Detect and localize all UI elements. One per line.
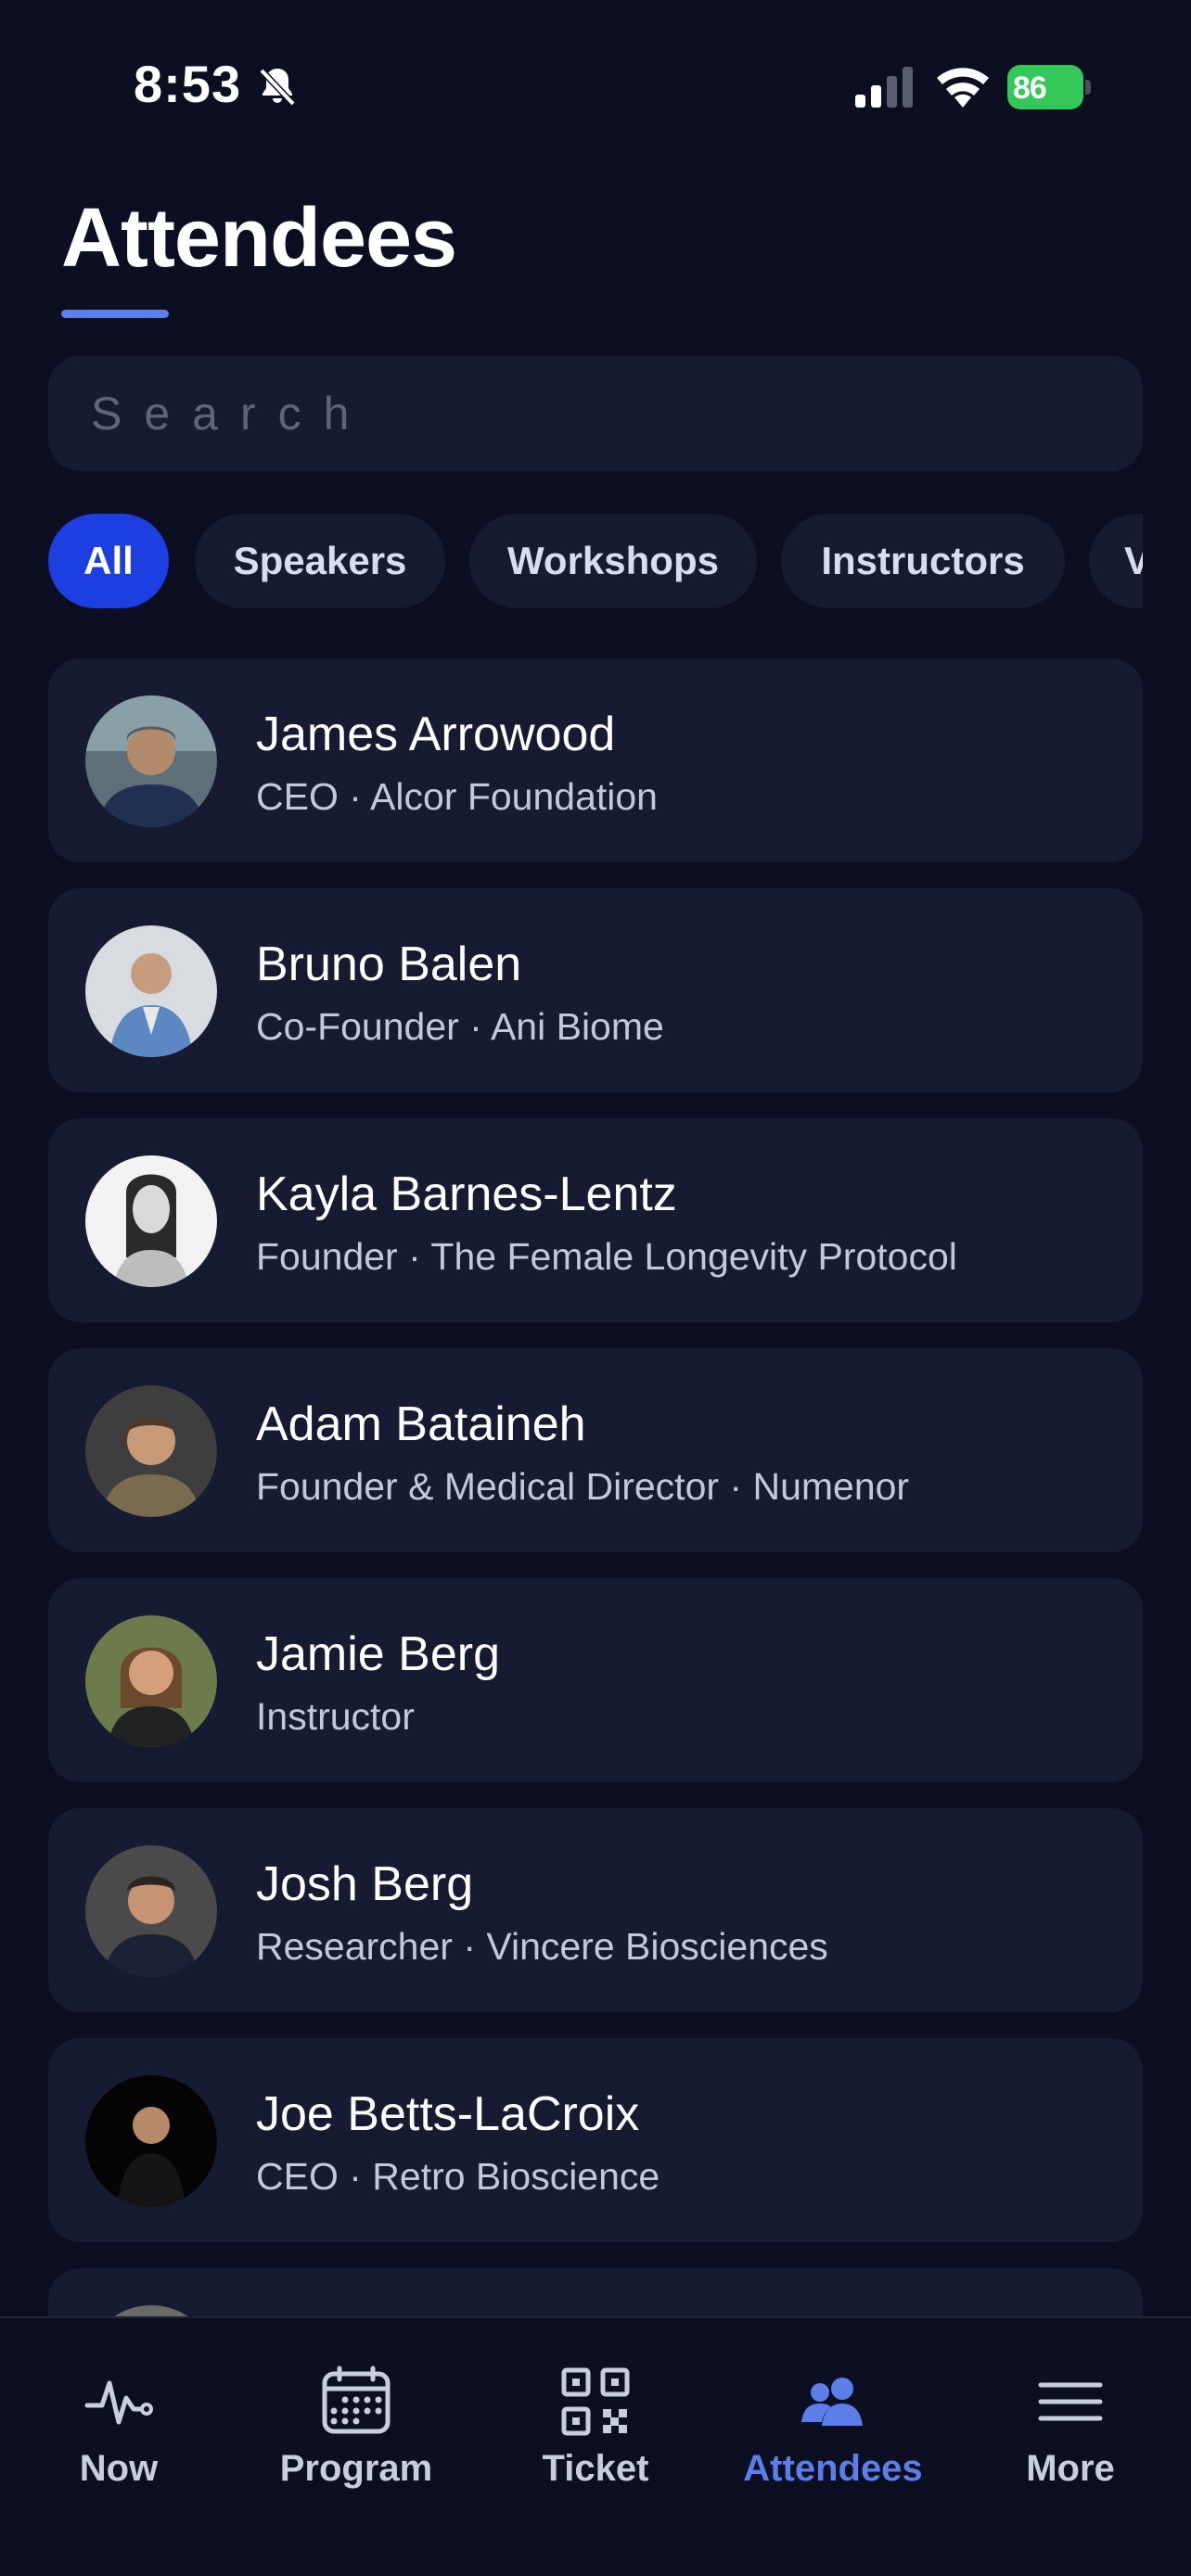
filter-chip-instructors[interactable]: Instructors [781,514,1065,608]
filter-chip-workshops[interactable]: Workshops [469,514,757,608]
attendee-role: CEO · Retro Bioscience [256,2155,660,2198]
avatar [85,1155,217,1287]
filter-chip-speakers[interactable]: Speakers [195,514,445,608]
attendee-card[interactable]: Adam Bataineh Founder & Medical Director… [48,1348,1143,1552]
avatar [85,1615,217,1747]
attendee-name: James Arrowood [256,708,616,761]
tab-ticket[interactable]: Ticket [477,2318,714,2504]
tab-now[interactable]: Now [0,2318,237,2504]
attendee-role: Instructor [256,1695,415,1738]
attendee-card[interactable]: Josh Berg Researcher · Vincere Bioscienc… [48,1808,1143,2012]
qr-code-icon [561,2367,630,2436]
attendee-name: Jamie Berg [256,1627,500,1681]
filter-chip-more[interactable]: V [1089,514,1143,608]
tab-program[interactable]: Program [237,2318,475,2504]
cellular-signal-icon [853,67,915,109]
status-time: 8:53 [134,55,242,113]
avatar [85,1385,217,1517]
tab-label: Program [279,2448,433,2489]
attendee-role: Researcher · Vincere Biosciences [256,1925,828,1968]
attendee-name: Kayla Barnes-Lentz [256,1167,677,1221]
tab-more[interactable]: More [952,2318,1189,2504]
wifi-icon [933,65,992,109]
attendee-name: Josh Berg [256,1857,474,1911]
attendee-card[interactable]: James Arrowood CEO · Alcor Foundation [48,658,1143,862]
tab-label: Now [79,2448,159,2489]
status-bar: 8:53 86 [0,0,1191,176]
tab-bar: Now Program Ticket Attendees More [0,2316,1191,2576]
avatar [85,2075,217,2207]
filter-chip-all[interactable]: All [48,514,169,608]
battery-level: 86 [1013,70,1047,106]
attendee-name: Joe Betts-LaCroix [256,2087,640,2141]
attendee-card[interactable]: Kayla Barnes-Lentz Founder · The Female … [48,1118,1143,1322]
filter-chips: All Speakers Workshops Instructors V [48,514,1143,608]
calendar-icon [322,2366,391,2434]
attendee-role: Co-Founder · Ani Biome [256,1005,664,1048]
avatar [85,1845,217,1977]
bell-muted-icon [256,65,299,108]
attendee-role: Founder · The Female Longevity Protocol [256,1235,957,1278]
tab-attendees[interactable]: Attendees [714,2318,952,2504]
attendee-name: Bruno Balen [256,937,522,991]
avatar [85,925,217,1057]
attendee-role: Founder & Medical Director · Numenor [256,1465,910,1508]
page-title: Attendees [61,192,457,285]
title-underline [61,310,169,318]
attendees-screen: 8:53 86 Attendees Search All Speakers Wo… [0,0,1191,2576]
attendee-role: CEO · Alcor Foundation [256,775,658,818]
tab-label: Attendees [743,2448,923,2489]
menu-icon [1038,2382,1103,2421]
attendee-card[interactable]: Joe Betts-LaCroix CEO · Retro Bioscience [48,2038,1143,2242]
attendee-card[interactable]: Bruno Balen Co-Founder · Ani Biome [48,888,1143,1092]
attendee-name: Adam Bataineh [256,1397,586,1451]
people-icon [801,2378,863,2426]
search-input[interactable] [48,356,1143,471]
avatar [85,695,217,827]
battery-icon: 86 [1007,65,1091,109]
tab-label: More [1026,2448,1115,2489]
pulse-icon [84,2380,153,2425]
attendee-card[interactable]: Jamie Berg Instructor [48,1578,1143,1782]
tab-label: Ticket [542,2448,649,2489]
